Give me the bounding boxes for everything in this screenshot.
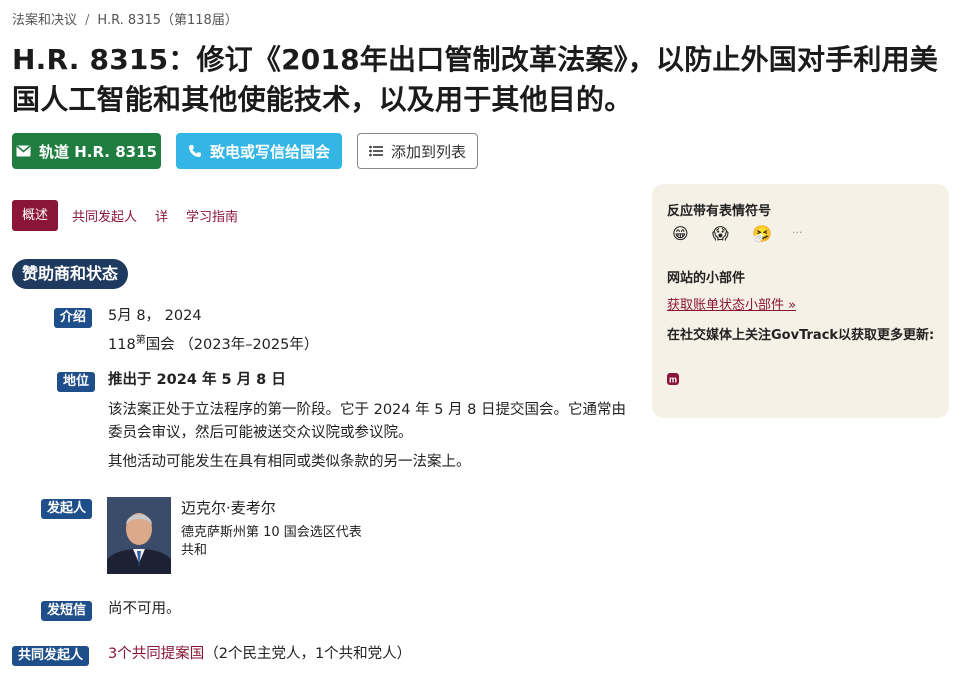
social-title: 在社交媒体上关注GovTrack以获取更多更新: (667, 328, 935, 343)
more-reactions-icon[interactable]: ··· (792, 226, 803, 239)
tab-bar: 概述 共同发起人 详 学习指南 (12, 200, 242, 231)
call-congress-label: 致电或写信给国会 (209, 142, 330, 161)
sidebar-panel: 反应带有表情符号 😁 😱 🤧 ··· 网站的小部件 获取账单状态小部件 » 在社… (652, 184, 949, 418)
envelope-icon (16, 145, 31, 157)
status-description: 该法案正处于立法程序的第一阶段。它于 2024 年 5 月 8 日提交国会。它通… (108, 402, 627, 441)
congress-number: 118 (108, 336, 136, 353)
widgets-title: 网站的小部件 (667, 271, 746, 286)
tab-study-guide[interactable]: 学习指南 (182, 206, 242, 225)
tab-cosponsors[interactable]: 共同发起人 (68, 206, 141, 225)
cosponsors-label: 共同发起人 (12, 646, 90, 666)
tab-overview[interactable]: 概述 (12, 200, 59, 231)
sponsor-party: 共和 (181, 543, 208, 558)
sponsor-label: 发起人 (41, 499, 93, 519)
add-to-list-button[interactable]: 添加到列表 (357, 133, 478, 169)
breadcrumb: 法案和决议 / H.R. 8315（第118届） (12, 9, 238, 28)
cosponsors-line: 3个共同提案国（2个民主党人，1个共和党人） (108, 643, 411, 666)
cosponsors-link[interactable]: 3个共同提案国 (108, 646, 204, 662)
breadcrumb-parent-link[interactable]: 法案和决议 (12, 13, 77, 28)
section-title: 赞助商和状态 (12, 259, 129, 289)
breadcrumb-current: H.R. 8315（第118届） (97, 13, 238, 28)
mastodon-icon[interactable]: m (667, 373, 679, 385)
congress-years: 国会 （2023年–2025年） (145, 336, 319, 353)
svg-text:m: m (669, 375, 677, 385)
sponsor-photo[interactable] (107, 497, 171, 574)
page-title: H.R. 8315：修订《2018年出口管制改革法案》，以防止外国对手利用美国人… (12, 43, 938, 116)
list-icon (369, 145, 383, 157)
phone-icon (188, 145, 201, 157)
text-status: 尚不可用。 (108, 601, 181, 617)
status-label: 地位 (57, 372, 96, 392)
sponsor-role: 德克萨斯州第 10 国会选区代表 (181, 525, 362, 540)
scream-emoji-icon[interactable]: 😱 (712, 224, 729, 243)
sponsor-name-link[interactable]: 迈克尔·麦考尔 (181, 497, 276, 520)
sponsor-portrait-icon (107, 497, 171, 574)
status-headline: 推出于 2024 年 5 月 8 日 (108, 372, 286, 388)
tab-details[interactable]: 详 (151, 206, 172, 225)
breadcrumb-separator: / (85, 13, 90, 28)
introduced-date: 5月 8， 2024 (108, 308, 202, 324)
call-congress-button[interactable]: 致电或写信给国会 (176, 133, 342, 169)
text-label: 发短信 (41, 601, 93, 621)
bill-status-widget-link[interactable]: 获取账单状态小部件 » (667, 294, 796, 313)
add-to-list-label: 添加到列表 (390, 142, 466, 161)
track-button[interactable]: 轨道 H.R. 8315 (12, 133, 161, 169)
status-note: 其他活动可能发生在具有相同或类似条款的另一法案上。 (108, 454, 471, 470)
introduced-label: 介绍 (54, 308, 93, 328)
cosponsors-detail: （2个民主党人，1个共和党人） (204, 646, 412, 662)
congress-ordinal: 第 (135, 335, 146, 346)
track-button-label: 轨道 H.R. 8315 (39, 142, 157, 161)
grin-emoji-icon[interactable]: 😁 (672, 224, 689, 243)
reactions-title: 反应带有表情符号 (667, 204, 772, 219)
introduced-congress: 118第国会 （2023年–2025年） (108, 329, 318, 357)
sneeze-emoji-icon[interactable]: 🤧 (752, 224, 772, 243)
